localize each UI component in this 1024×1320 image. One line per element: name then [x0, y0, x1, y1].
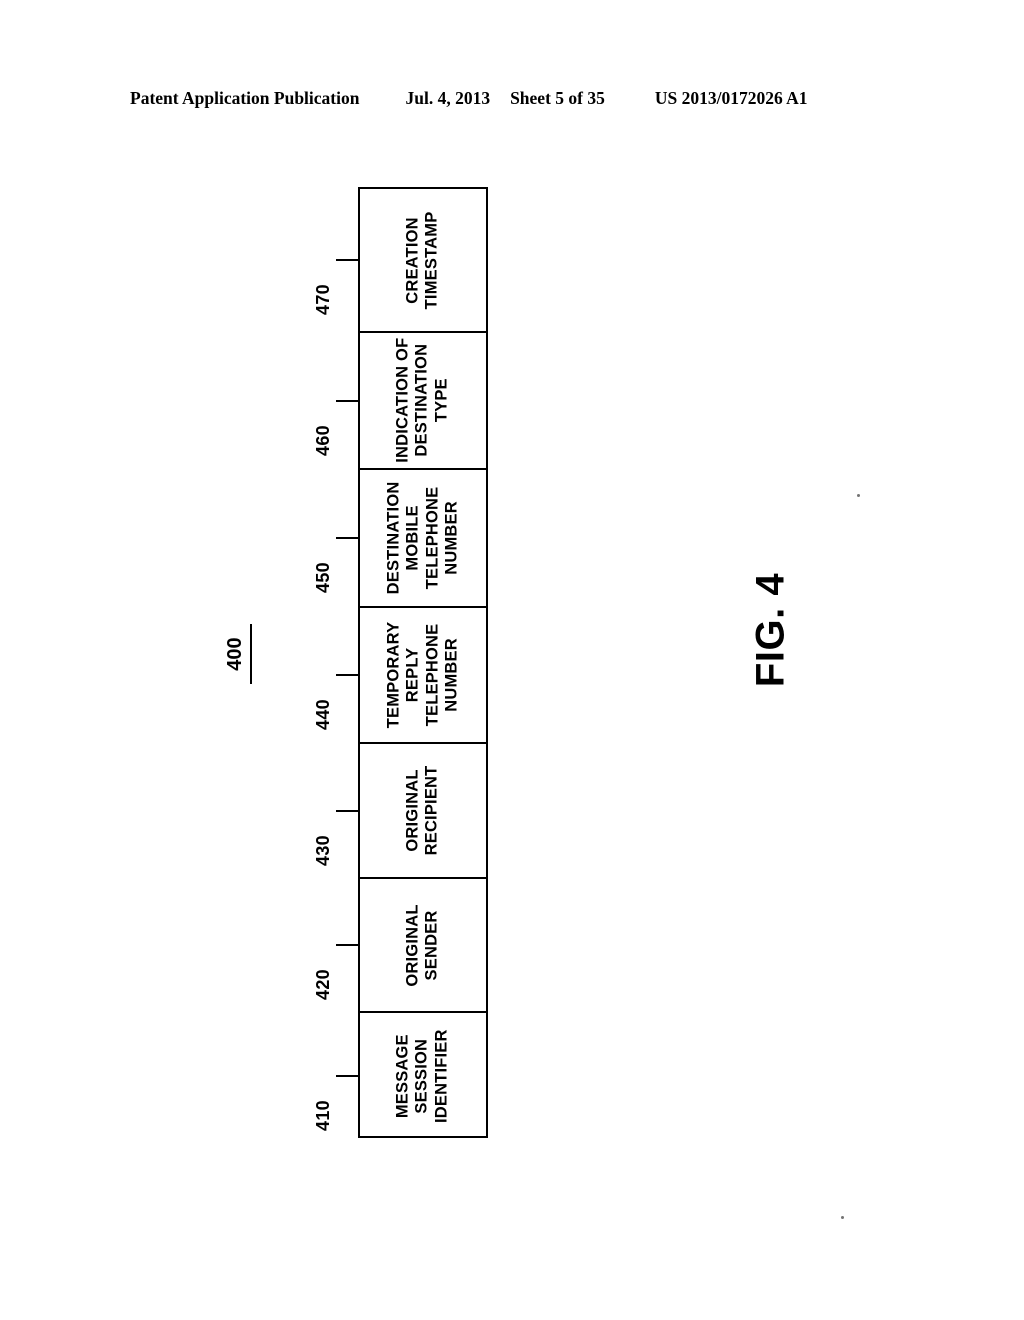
block-label-creation-timestamp: CREATION TIMESTAMP: [404, 211, 443, 309]
block-label-line: TELEPHONE: [423, 486, 441, 590]
reference-numeral-470: 470: [313, 250, 358, 315]
block-label-destination-mobile-telephone-number: DESTINATION MOBILE TELEPHONE NUMBER: [384, 482, 462, 595]
block-temporary-reply-telephone-number: TEMPORARY REPLY TELEPHONE NUMBER: [360, 608, 486, 744]
reference-numeral-label: 440: [313, 699, 333, 730]
block-label-line: SESSION: [413, 1039, 432, 1114]
message-session-record-block-stack: CREATION TIMESTAMP INDICATION OF DESTINATIO…: [358, 187, 488, 1138]
block-label-line: SENDER: [422, 910, 441, 980]
reference-numeral-410: 410: [313, 1066, 358, 1130]
block-label-line: CREATION: [403, 216, 422, 304]
block-original-recipient: ORIGINAL RECIPIENT: [360, 744, 486, 879]
block-label-original-recipient: ORIGINAL RECIPIENT: [404, 766, 443, 856]
reference-numeral-label: 420: [313, 969, 333, 1000]
block-creation-timestamp: CREATION TIMESTAMP: [360, 189, 486, 333]
figure-reference-400-label: 400: [224, 624, 252, 684]
reference-numeral-460: 460: [313, 391, 358, 455]
block-label-line: TELEPHONE: [422, 623, 441, 727]
block-label-line: REPLY: [403, 647, 422, 703]
figure-caption-label: FIG. 4: [748, 572, 793, 688]
block-label-line: RECIPIENT: [423, 765, 441, 856]
block-label-line: TYPE: [432, 378, 451, 423]
figure-caption: FIG. 4: [736, 560, 806, 700]
block-label-message-session-identifier: MESSAGE SESSION IDENTIFIER: [394, 1030, 452, 1124]
leader-line: [336, 399, 358, 402]
reference-numeral-430: 430: [313, 801, 358, 865]
reference-numeral-label: 460: [313, 424, 333, 456]
reference-numeral-label: 450: [313, 562, 333, 593]
block-label-temporary-reply-telephone-number: TEMPORARY REPLY TELEPHONE NUMBER: [384, 622, 462, 729]
block-indication-of-destination-type: INDICATION OF DESTINATION TYPE: [360, 333, 486, 470]
block-label-line: NUMBER: [442, 501, 461, 575]
figure-reference-400: 400: [224, 624, 268, 710]
reference-numeral-label: 410: [313, 1099, 333, 1131]
scan-speck: [857, 494, 860, 497]
leader-line: [336, 674, 358, 676]
reference-numeral-420: 420: [313, 935, 358, 1000]
block-label-line: NUMBER: [442, 638, 461, 712]
block-label-line: ORIGINAL: [403, 903, 422, 987]
block-label-line: ORIGINAL: [403, 769, 422, 852]
leader-line: [336, 809, 358, 812]
block-message-session-identifier: MESSAGE SESSION IDENTIFIER: [360, 1013, 486, 1140]
reference-numeral-440: 440: [313, 665, 358, 730]
reference-numeral-label: 430: [313, 834, 333, 866]
block-destination-mobile-telephone-number: DESTINATION MOBILE TELEPHONE NUMBER: [360, 470, 486, 608]
leader-line: [336, 259, 358, 261]
leader-line: [336, 1074, 358, 1077]
block-label-original-sender: ORIGINAL SENDER: [404, 904, 443, 986]
leader-line: [336, 944, 358, 946]
reference-numeral-450: 450: [313, 528, 358, 593]
figure-4-drawing: CREATION TIMESTAMP INDICATION OF DESTINATIO…: [0, 0, 1024, 1320]
block-original-sender: ORIGINAL SENDER: [360, 879, 486, 1013]
block-label-line: MOBILE: [403, 505, 422, 571]
block-label-line: MESSAGE: [393, 1034, 412, 1119]
scan-speck: [841, 1216, 844, 1219]
block-label-line: TIMESTAMP: [423, 211, 441, 309]
block-label-line: IDENTIFIER: [432, 1029, 451, 1124]
block-label-indication-of-destination-type: INDICATION OF DESTINATION TYPE: [394, 338, 452, 463]
block-label-line: TEMPORARY: [384, 621, 403, 729]
leader-line: [336, 537, 358, 539]
reference-numeral-label: 470: [313, 284, 333, 315]
block-label-line: INDICATION OF: [393, 337, 412, 464]
block-label-line: DESTINATION: [384, 481, 403, 595]
block-label-line: DESTINATION: [413, 344, 432, 457]
